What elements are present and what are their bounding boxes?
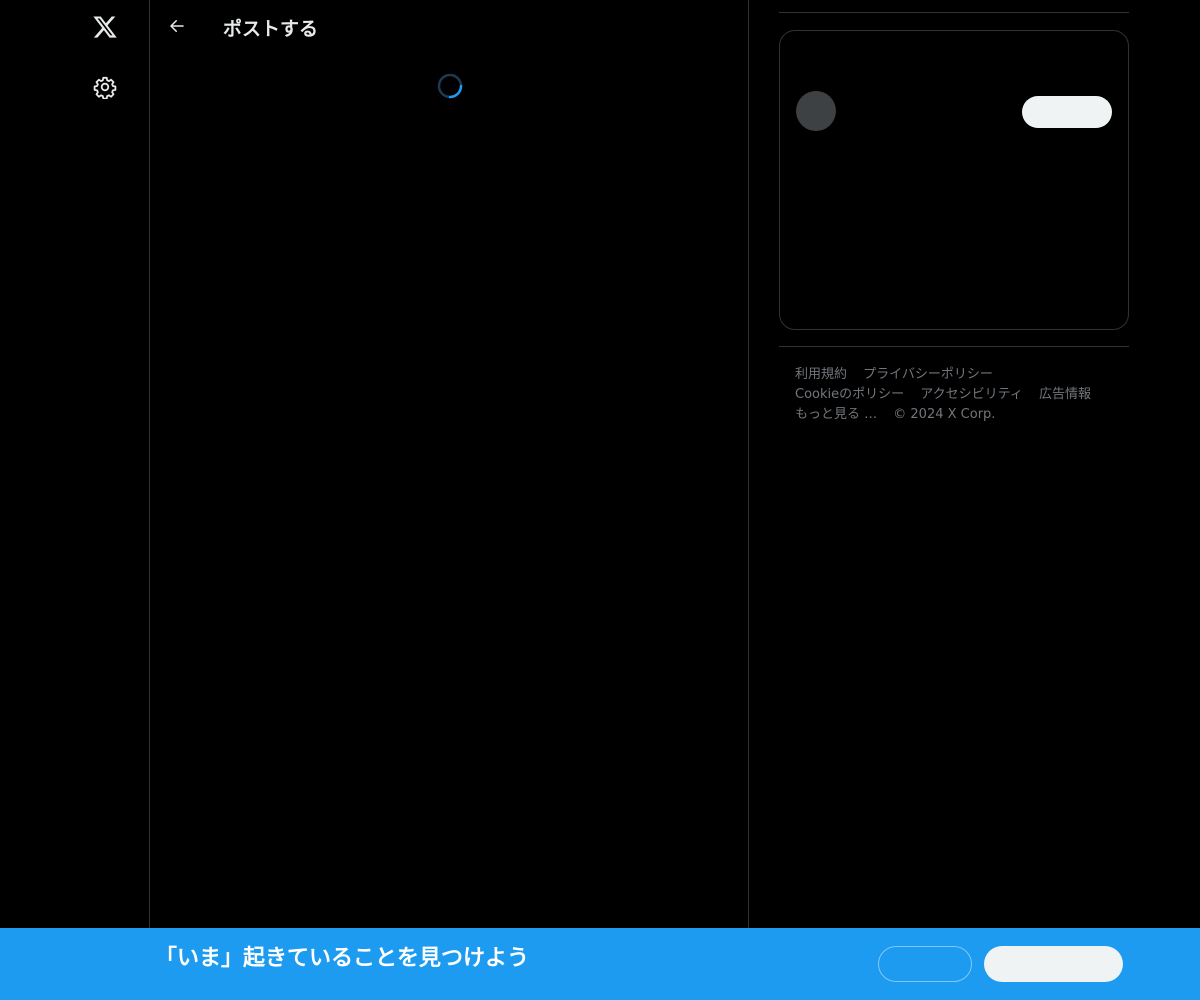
footer-link-cookies[interactable]: Cookieのポリシー — [795, 387, 904, 402]
loading-spinner-icon — [437, 73, 463, 99]
footer-link-privacy[interactable]: プライバシーポリシー — [863, 367, 993, 382]
x-logo-icon[interactable] — [90, 12, 120, 42]
banner-signup-button[interactable] — [984, 946, 1123, 982]
banner-headline: 「いま」起きていることを見つけよう — [155, 946, 530, 971]
divider — [779, 12, 1129, 13]
right-sidebar: 利用規約 プライバシーポリシー Cookieのポリシー アクセシビリティ 広告情… — [779, 0, 1129, 1000]
card-action-button[interactable] — [1022, 96, 1112, 128]
footer-link-ads-info[interactable]: 広告情報 — [1039, 387, 1091, 402]
page-title: ポストする — [223, 18, 319, 40]
footer-link-accessibility[interactable]: アクセシビリティ — [920, 387, 1023, 402]
gear-icon[interactable] — [90, 72, 120, 102]
page-header: ポストする — [150, 0, 748, 54]
banner-login-button[interactable] — [878, 946, 972, 982]
back-button[interactable] — [162, 11, 192, 41]
divider — [779, 346, 1129, 347]
footer-link-terms[interactable]: 利用規約 — [795, 367, 847, 382]
arrow-left-icon — [170, 20, 184, 32]
copyright-text: © 2024 X Corp. — [893, 407, 996, 422]
signup-card — [779, 30, 1129, 330]
bottom-signup-banner: 「いま」起きていることを見つけよう — [0, 928, 1200, 1000]
left-sidebar — [60, 0, 150, 1000]
main-column: ポストする — [149, 0, 749, 1000]
footer-link-more[interactable]: もっと見る … — [795, 407, 877, 422]
footer-links: 利用規約 プライバシーポリシー Cookieのポリシー アクセシビリティ 広告情… — [795, 365, 1115, 425]
avatar — [796, 91, 836, 131]
